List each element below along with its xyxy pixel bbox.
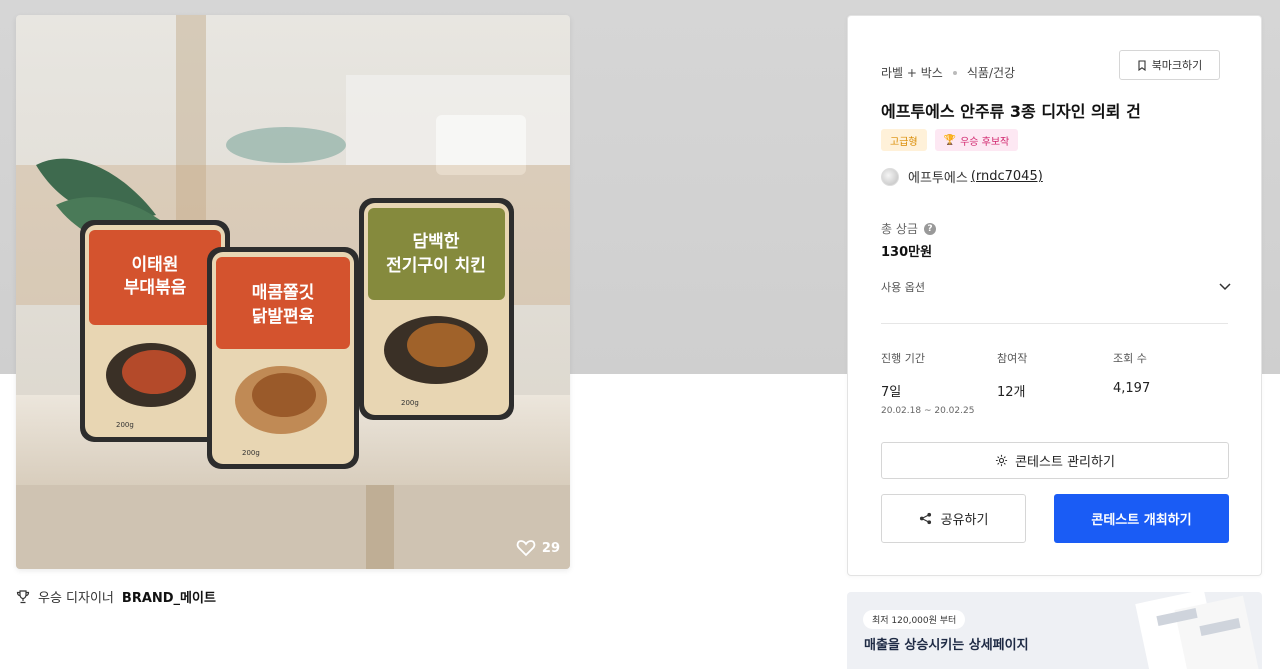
tag-list: 고급형 🏆 우승 후보작 (881, 129, 1019, 151)
prize-value: 130만원 (881, 245, 933, 260)
breadcrumb: 라벨 + 박스 식품/건강 (881, 64, 1015, 81)
trophy-icon (16, 589, 30, 603)
share-button[interactable]: 공유하기 (881, 494, 1026, 543)
package-chicken: 담백한 전기구이 치킨 200g (359, 198, 514, 420)
prize-label-text: 총 상금 (881, 222, 918, 236)
ad-banner[interactable]: 최저 120,000원 부터 매출을 상승시키는 상세페이지 (847, 592, 1262, 669)
stat-participants-value: 12개 (997, 385, 1026, 400)
gear-icon (996, 454, 1008, 467)
trophy-icon: 🏆 (943, 134, 957, 146)
winner-name[interactable]: BRAND_메이트 (122, 587, 216, 606)
client-author[interactable]: 에프투에스 (rndc7045) (881, 167, 1043, 186)
author-name: 에프투에스 (908, 171, 968, 186)
open-contest-button[interactable]: 콘테스트 개최하기 (1054, 494, 1229, 543)
divider (881, 323, 1228, 324)
chevron-down-icon (1219, 283, 1231, 291)
stat-participants: 참여작 12개 (997, 350, 1027, 400)
help-icon[interactable]: ? (923, 222, 936, 235)
package-budae-weight: 200g (116, 421, 134, 429)
ad-price-badge: 최저 120,000원 부터 (863, 610, 966, 629)
options-dropdown[interactable]: 사용 옵션 (881, 279, 1231, 295)
package-chicken-weight: 200g (401, 399, 419, 407)
prize-label: 총 상금 ? (881, 220, 936, 237)
breadcrumb-category[interactable]: 라벨 + 박스 (881, 64, 943, 81)
contest-info-panel: 라벨 + 박스 식품/건강 북마크하기 에프투에스 안주류 3종 디자인 의뢰 … (847, 15, 1262, 576)
bookmark-label: 북마크하기 (1151, 59, 1203, 72)
stat-duration: 진행 기간 7일 20.02.18 ~ 20.02.25 (881, 350, 974, 416)
avatar (881, 167, 899, 186)
breadcrumb-separator (952, 70, 957, 75)
contest-hero-image[interactable]: 담백한 전기구이 치킨 200g 이태원 부대볶음 200g 매콤쫄깃 닭발편육 (16, 15, 570, 569)
stat-views-value: 4,197 (1113, 381, 1151, 396)
tag-candidate-label: 우승 후보작 (960, 136, 1010, 148)
breadcrumb-subcategory[interactable]: 식품/건강 (967, 64, 1015, 81)
like-count: 29 (541, 540, 560, 556)
bookmark-button[interactable]: 북마크하기 (1119, 50, 1220, 80)
manage-contest-button[interactable]: 콘테스트 관리하기 (881, 442, 1229, 479)
stat-participants-label: 참여작 (997, 352, 1028, 365)
author-id[interactable]: (rndc7045) (971, 169, 1043, 184)
tag-candidate: 🏆 우승 후보작 (934, 129, 1019, 151)
package-chickenfeet-line2: 닭발편육 (252, 307, 315, 327)
share-icon (919, 512, 931, 525)
stat-duration-label: 진행 기간 (881, 352, 925, 365)
options-label: 사용 옵션 (881, 281, 925, 294)
ad-headline: 매출을 상승시키는 상세페이지 (864, 638, 1029, 653)
stat-views-label: 조회 수 (1113, 352, 1147, 365)
like-counter[interactable]: 29 (516, 539, 560, 557)
manage-contest-label: 콘테스트 관리하기 (1015, 455, 1115, 470)
package-budae-line2: 부대볶음 (124, 278, 187, 298)
winner-prefix: 우승 디자이너 (38, 591, 114, 606)
stat-views: 조회 수 4,197 (1113, 350, 1150, 396)
stat-duration-value: 7일 (881, 385, 902, 400)
package-chickenfeet-line1: 매콤쫄깃 (252, 283, 315, 303)
tag-premium: 고급형 (881, 129, 927, 151)
package-budae-line1: 이태원 (132, 255, 179, 275)
bookmark-icon (1138, 59, 1146, 71)
package-chickenfeet: 매콤쫄깃 닭발편육 200g (207, 247, 359, 469)
ad-illustration (1135, 592, 1260, 669)
winner-designer: 우승 디자이너 BRAND_메이트 (16, 587, 216, 606)
package-chicken-line2: 전기구이 치킨 (386, 256, 486, 276)
share-label: 공유하기 (940, 513, 989, 528)
heart-icon (516, 540, 536, 557)
contest-title: 에프투에스 안주류 3종 디자인 의뢰 건 (881, 102, 1141, 121)
package-chickenfeet-weight: 200g (242, 449, 260, 457)
stat-duration-range: 20.02.18 ~ 20.02.25 (881, 406, 975, 416)
package-chicken-line1: 담백한 (413, 232, 460, 252)
